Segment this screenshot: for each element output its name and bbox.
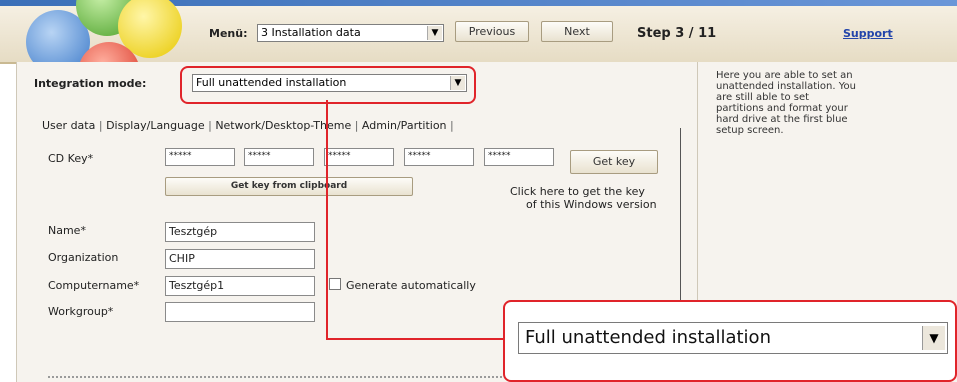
get-key-button[interactable]: Get key [570,150,658,174]
help-line: setup screen. [716,125,784,136]
callout-connector-horizontal [326,338,504,340]
generate-automatically-label: Generate automatically [346,279,476,292]
callout-connector-vertical [326,100,328,340]
tab-separator: | [98,119,107,132]
help-line: hard drive at the first blue [716,114,848,125]
cd-key-field-4[interactable]: ***** [404,148,474,166]
tab-separator: | [450,119,454,132]
highlight-frame-small [180,66,476,104]
integration-mode-label: Integration mode: [34,77,147,90]
tab-admin-partition[interactable]: Admin/Partition [362,119,447,132]
support-link[interactable]: Support [843,27,893,40]
help-line: are still able to set [716,92,810,103]
next-button[interactable]: Next [541,21,613,42]
cd-key-field-2[interactable]: ***** [244,148,314,166]
get-key-hint-line1: Click here to get the key [510,185,645,198]
cd-key-label: CD Key* [48,152,94,165]
step-indicator: Step 3 / 11 [637,26,717,41]
tab-separator: | [354,119,362,132]
cd-key-field-5[interactable]: ***** [484,148,554,166]
cd-key-field-1[interactable]: ***** [165,148,235,166]
menu-select[interactable]: 3 Installation data ▼ [257,24,444,42]
help-line: Here you are able to set an [716,70,853,81]
tab-network-desktop-theme[interactable]: Network/Desktop-Theme [215,119,351,132]
tab-display-language[interactable]: Display/Language [106,119,205,132]
name-field[interactable]: Tesztgép [165,222,315,242]
help-text: Here you are able to set an unattended i… [716,70,856,136]
chevron-down-icon[interactable]: ▼ [427,26,442,40]
tab-bar: User data | Display/Language | Network/D… [42,119,454,132]
computername-label: Computername* [48,279,140,292]
computername-field[interactable]: Tesztgép1 [165,276,315,296]
workgroup-label: Workgroup* [48,305,114,318]
workgroup-field[interactable] [165,302,315,322]
get-key-from-clipboard-button[interactable]: Get key from clipboard [165,177,413,196]
name-label: Name* [48,224,86,237]
previous-button[interactable]: Previous [455,21,529,42]
organization-label: Organization [48,251,119,264]
organization-field[interactable]: CHIP [165,249,315,269]
help-line: unattended installation. You [716,81,856,92]
menu-label: Menü: [209,27,248,40]
app-logo [14,0,194,104]
zoom-select: Full unattended installation ▼ [518,322,948,354]
help-line: partitions and format your [716,103,848,114]
chevron-down-icon: ▼ [922,326,945,350]
menu-select-value: 3 Installation data [261,26,361,39]
dotted-separator [48,376,518,378]
generate-automatically-checkbox[interactable] [329,278,341,290]
zoom-select-value: Full unattended installation [525,327,771,348]
get-key-hint-line2: of this Windows version [526,198,657,211]
tab-user-data[interactable]: User data [42,119,95,132]
cd-key-field-3[interactable]: ***** [324,148,394,166]
